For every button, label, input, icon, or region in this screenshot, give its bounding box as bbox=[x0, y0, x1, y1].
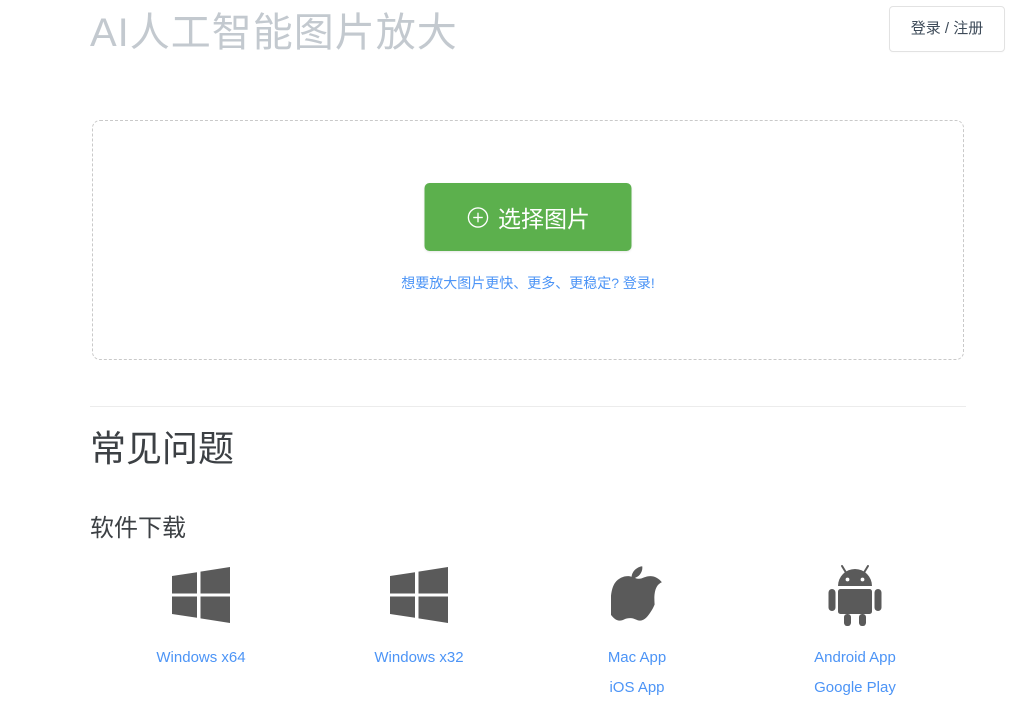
windows-icon bbox=[388, 562, 450, 628]
download-item-apple: Mac App iOS App bbox=[528, 562, 746, 703]
select-image-label: 选择图片 bbox=[498, 206, 590, 232]
software-download-subheading: 软件下载 bbox=[90, 515, 186, 542]
page-title: AI人工智能图片放大 bbox=[90, 11, 458, 55]
android-icon bbox=[824, 562, 886, 628]
page-root: AI人工智能图片放大 登录 / 注册 选择图片 想要放大图片更快、更多、更稳定?… bbox=[0, 0, 1032, 716]
upload-dropzone[interactable]: 选择图片 想要放大图片更快、更多、更稳定? 登录! bbox=[92, 120, 964, 360]
download-link[interactable]: Windows x64 bbox=[156, 643, 245, 673]
page-header: AI人工智能图片放大 登录 / 注册 bbox=[0, 0, 1032, 92]
plus-circle-icon bbox=[466, 206, 489, 229]
download-link[interactable]: Google Play bbox=[814, 673, 896, 703]
download-item-windows-x32: Windows x32 bbox=[310, 562, 528, 703]
download-link[interactable]: Mac App bbox=[608, 643, 666, 673]
download-grid: Windows x64 Windows x32 Mac App iOS App … bbox=[92, 562, 964, 703]
select-image-button[interactable]: 选择图片 bbox=[424, 183, 632, 251]
faq-heading: 常见问题 bbox=[90, 428, 235, 469]
login-register-button[interactable]: 登录 / 注册 bbox=[889, 6, 1005, 52]
upgrade-login-link[interactable]: 想要放大图片更快、更多、更稳定? 登录! bbox=[401, 273, 655, 293]
section-divider bbox=[90, 406, 966, 407]
download-link[interactable]: Android App bbox=[814, 643, 896, 673]
download-link[interactable]: iOS App bbox=[609, 673, 664, 703]
download-item-windows-x64: Windows x64 bbox=[92, 562, 310, 703]
windows-icon bbox=[170, 562, 232, 628]
download-link[interactable]: Windows x32 bbox=[374, 643, 463, 673]
apple-icon bbox=[606, 562, 668, 628]
download-item-android: Android App Google Play bbox=[746, 562, 964, 703]
